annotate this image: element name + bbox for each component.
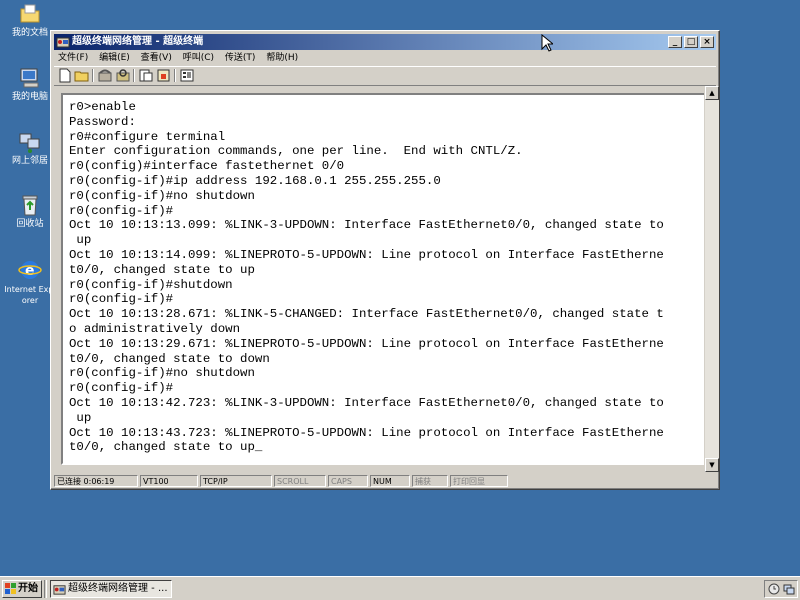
desktop-icon-recycle-bin[interactable]: 回收站 bbox=[4, 193, 56, 230]
status-capture: 捕获 bbox=[412, 475, 448, 487]
properties-icon[interactable] bbox=[179, 68, 195, 83]
start-label: 开始 bbox=[18, 583, 38, 594]
scroll-down-button[interactable]: ▼ bbox=[705, 458, 719, 472]
taskbar-item-hyperterminal[interactable]: 超级终端网络管理 - ... bbox=[50, 580, 172, 598]
terminal-line: r0(config-if)#ip address 192.168.0.1 255… bbox=[69, 173, 441, 188]
hyperterminal-window: 超级终端网络管理 - 超级终端 _ □ × 文件(F) 编辑(E) 查看(V) … bbox=[50, 30, 720, 490]
computer-icon bbox=[20, 68, 39, 88]
receive-icon[interactable] bbox=[156, 68, 172, 83]
network-icon bbox=[19, 133, 40, 153]
menu-edit[interactable]: 编辑(E) bbox=[95, 51, 134, 65]
tray-network-icon[interactable] bbox=[783, 583, 795, 595]
toolbar-separator bbox=[92, 69, 94, 82]
desktop-icon-my-computer[interactable]: 我的电脑 bbox=[4, 66, 56, 103]
taskbar-item-label: 超级终端网络管理 - ... bbox=[68, 583, 168, 594]
new-icon[interactable] bbox=[57, 68, 73, 83]
terminal-line: o administratively down bbox=[69, 321, 241, 336]
terminal-output[interactable]: r0>enable Password: r0#configure terminal E… bbox=[69, 100, 694, 460]
menu-bar: 文件(F) 编辑(E) 查看(V) 呼叫(C) 传送(T) 帮助(H) bbox=[54, 51, 716, 65]
taskbar: 开始 超级终端网络管理 - ... bbox=[0, 576, 800, 600]
terminal-line: Oct 10 10:13:42.723: %LINK-3-UPDOWN: Int… bbox=[69, 395, 664, 410]
tray-clock-icon[interactable] bbox=[768, 583, 780, 595]
toolbar bbox=[54, 66, 716, 86]
windows-logo-icon bbox=[5, 583, 16, 594]
terminal-line: Oct 10 10:13:43.723: %LINEPROTO-5-UPDOWN… bbox=[69, 425, 664, 440]
desktop-icon-label: Internet Explorer bbox=[4, 285, 56, 305]
terminal-line: t0/0, changed state to down bbox=[69, 351, 270, 366]
toolbar-separator bbox=[133, 69, 135, 82]
hyperterminal-icon bbox=[56, 37, 70, 48]
terminal-line: up bbox=[69, 410, 92, 425]
window-title: 超级终端网络管理 - 超级终端 bbox=[72, 36, 204, 47]
send-icon[interactable] bbox=[138, 68, 154, 83]
status-protocol: TCP/IP bbox=[200, 475, 272, 487]
status-bar: 已连接 0:06:19 VT100 TCP/IP SCROLL CAPS NUM… bbox=[54, 474, 716, 488]
status-emulation: VT100 bbox=[140, 475, 198, 487]
terminal-line: Oct 10 10:13:14.099: %LINEPROTO-5-UPDOWN… bbox=[69, 247, 664, 262]
scroll-up-button[interactable]: ▲ bbox=[705, 86, 719, 100]
terminal-line: r0>enable bbox=[69, 100, 136, 114]
terminal-line: r0(config-if)#no shutdown bbox=[69, 366, 255, 381]
maximize-button[interactable]: □ bbox=[684, 36, 698, 48]
recycle-bin-icon bbox=[22, 195, 38, 216]
status-connected-time: 已连接 0:06:19 bbox=[54, 475, 138, 487]
mouse-cursor-icon bbox=[541, 34, 553, 52]
menu-file[interactable]: 文件(F) bbox=[54, 51, 92, 65]
status-print-echo: 打印回显 bbox=[450, 475, 508, 487]
close-button[interactable]: × bbox=[700, 36, 714, 48]
desktop-icon-label: 我的电脑 bbox=[11, 92, 48, 102]
terminal-line: Enter configuration commands, one per li… bbox=[69, 144, 523, 159]
terminal-line: r0#configure terminal bbox=[69, 129, 226, 144]
menu-view[interactable]: 查看(V) bbox=[137, 51, 176, 65]
status-caps: CAPS bbox=[328, 475, 368, 487]
desktop-icon-internet-explorer[interactable]: e Internet Explorer bbox=[4, 258, 56, 306]
toolbar-separator bbox=[174, 69, 176, 82]
disconnect-icon[interactable] bbox=[115, 68, 131, 83]
ie-icon: e bbox=[18, 261, 42, 279]
terminal-line: Oct 10 10:13:29.671: %LINEPROTO-5-UPDOWN… bbox=[69, 336, 664, 351]
terminal-line: t0/0, changed state to up bbox=[69, 262, 255, 277]
terminal-line: r0(config-if)#no shutdown bbox=[69, 188, 255, 203]
terminal-line: r0(config-if)# bbox=[69, 292, 174, 307]
system-tray bbox=[764, 580, 798, 598]
menu-call[interactable]: 呼叫(C) bbox=[179, 51, 218, 65]
terminal-frame[interactable]: r0>enable Password: r0#configure terminal E… bbox=[61, 93, 706, 465]
menu-transfer[interactable]: 传送(T) bbox=[221, 51, 260, 65]
desktop-icon-my-documents[interactable]: 我的文档 bbox=[4, 2, 56, 39]
hyperterminal-icon bbox=[53, 585, 66, 595]
open-icon[interactable] bbox=[74, 68, 90, 83]
start-button[interactable]: 开始 bbox=[2, 580, 42, 598]
terminal-line: r0(config-if)# bbox=[69, 203, 174, 218]
terminal-line: r0(config-if)# bbox=[69, 381, 174, 396]
title-bar[interactable]: 超级终端网络管理 - 超级终端 _ □ × bbox=[54, 34, 716, 50]
terminal-line: Oct 10 10:13:13.099: %LINK-3-UPDOWN: Int… bbox=[69, 218, 664, 233]
terminal-line: t0/0, changed state to up_ bbox=[69, 440, 263, 455]
desktop-icon-label: 回收站 bbox=[16, 219, 44, 229]
terminal-line: up bbox=[69, 233, 92, 248]
terminal-line: r0(config-if)#shutdown bbox=[69, 277, 233, 292]
phone-icon[interactable] bbox=[97, 68, 113, 83]
desktop-icon-label: 我的文档 bbox=[11, 28, 48, 38]
taskbar-separator bbox=[44, 580, 47, 598]
status-scroll: SCROLL bbox=[274, 475, 326, 487]
status-num: NUM bbox=[370, 475, 410, 487]
terminal-line: r0(config)#interface fastethernet 0/0 bbox=[69, 159, 345, 174]
folder-icon bbox=[20, 4, 40, 23]
desktop-icon-label: 网上邻居 bbox=[11, 156, 48, 166]
vertical-scrollbar[interactable]: ▲ ▼ bbox=[704, 86, 719, 472]
minimize-button[interactable]: _ bbox=[668, 36, 682, 48]
menu-help[interactable]: 帮助(H) bbox=[262, 51, 302, 65]
terminal-line: Password: bbox=[69, 114, 136, 129]
terminal-line: Oct 10 10:13:28.671: %LINK-5-CHANGED: In… bbox=[69, 307, 664, 322]
desktop-icon-network[interactable]: 网上邻居 bbox=[4, 130, 56, 167]
